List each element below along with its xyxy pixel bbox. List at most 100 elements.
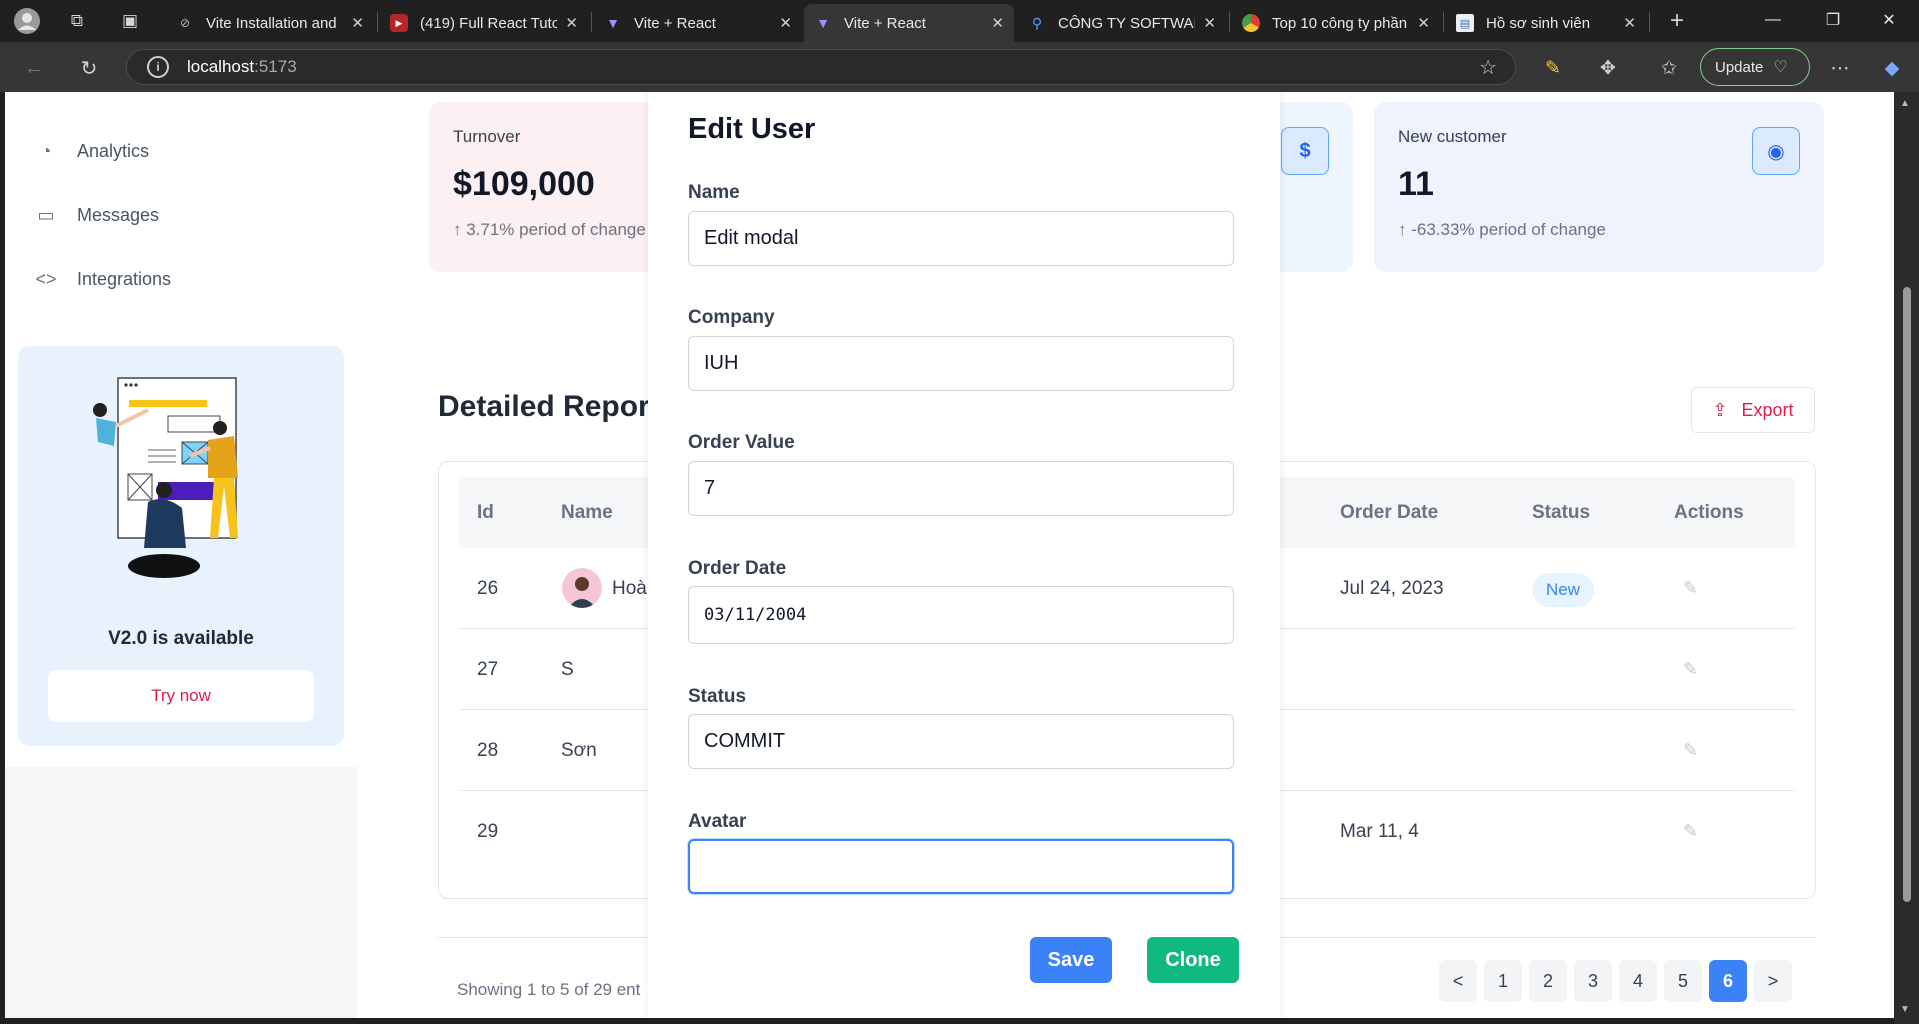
sidebar-item-label: Analytics xyxy=(77,141,150,161)
search-icon: ⚲ xyxy=(1031,14,1043,31)
name-field[interactable]: Edit modal xyxy=(688,211,1234,266)
pagination-next[interactable]: > xyxy=(1754,960,1792,1002)
code-icon: <> xyxy=(35,269,57,289)
status-badge: New xyxy=(1532,573,1595,607)
sidebar-item-analytics[interactable]: ◔ Analytics xyxy=(35,141,149,162)
extensions-icon[interactable]: ✥ xyxy=(1592,52,1624,84)
new-customer-card: New customer 11 ↑ -63.33% period of chan… xyxy=(1374,102,1824,272)
maximize-icon[interactable]: ❐ xyxy=(1810,0,1856,40)
close-icon[interactable]: ✕ xyxy=(779,14,792,32)
page-scrollbar[interactable]: ▲ ▼ xyxy=(1894,92,1919,1024)
site-info-icon[interactable]: i xyxy=(147,56,169,78)
tab-title: (419) Full React Tuto xyxy=(420,14,558,32)
close-icon[interactable]: ✕ xyxy=(991,14,1004,32)
promo-card: V2.0 is available Try now xyxy=(18,346,344,746)
pagination-page-4[interactable]: 4 xyxy=(1619,960,1657,1002)
new-tab-icon[interactable]: + xyxy=(1662,6,1692,36)
cell-name: S xyxy=(561,659,574,680)
order-date-field[interactable]: 03/11/2004 xyxy=(688,586,1234,644)
tab-vite-react-active[interactable]: ▼ Vite + React ✕ xyxy=(804,4,1014,42)
favorite-star-icon[interactable]: ☆ xyxy=(1479,55,1497,80)
upload-icon: ⇪ xyxy=(1712,399,1728,420)
address-bar[interactable]: i localhost:5173 ☆ xyxy=(126,49,1516,85)
pagination-page-3[interactable]: 3 xyxy=(1574,960,1612,1002)
tab-react-tutorial[interactable]: ▶ (419) Full React Tuto ✕ xyxy=(380,4,588,42)
close-icon[interactable]: ✕ xyxy=(1203,14,1216,32)
tab-title: Vite Installation and xyxy=(206,14,337,32)
edit-pencil-icon[interactable]: ✎ xyxy=(1683,548,1698,629)
edit-pencil-icon[interactable]: ✎ xyxy=(1683,629,1698,710)
try-now-button[interactable]: Try now xyxy=(48,670,314,722)
export-button[interactable]: ⇪ Export xyxy=(1691,387,1815,433)
column-header-status[interactable]: Status xyxy=(1532,477,1590,548)
company-label: Company xyxy=(688,307,775,328)
column-header-id[interactable]: Id xyxy=(477,477,494,548)
card-label: New customer xyxy=(1398,127,1507,146)
minimize-icon[interactable]: — xyxy=(1750,0,1796,40)
cell-id: 29 xyxy=(477,821,499,842)
avatar-field[interactable] xyxy=(688,839,1234,894)
notes-icon[interactable]: ✎ xyxy=(1537,52,1569,84)
heartbeat-icon: ♡ xyxy=(1773,59,1788,76)
order-value-field[interactable]: 7 xyxy=(688,461,1234,516)
card-change: ↑ -63.33% period of change xyxy=(1398,220,1606,239)
pie-chart-icon: ◔ xyxy=(40,141,52,161)
team-illustration xyxy=(93,377,238,578)
status-field[interactable]: COMMIT xyxy=(688,714,1234,769)
scrollbar-thumb[interactable] xyxy=(1903,287,1911,902)
tab-vite-react-1[interactable]: ▼ Vite + React ✕ xyxy=(594,4,802,42)
scroll-up-icon[interactable]: ▲ xyxy=(1900,98,1910,109)
window-close-icon[interactable]: ✕ xyxy=(1866,0,1912,40)
name-label: Name xyxy=(688,182,740,203)
cell-id: 27 xyxy=(477,659,499,680)
edit-pencil-icon[interactable]: ✎ xyxy=(1683,710,1698,791)
favorites-icon[interactable]: ✩ xyxy=(1653,52,1685,84)
column-header-actions: Actions xyxy=(1674,502,1744,523)
clone-button[interactable]: Clone xyxy=(1147,937,1239,983)
tab-ho-so-sinh-vien[interactable]: ▤ Hồ sơ sinh viên ✕ xyxy=(1446,4,1646,42)
message-icon: ▭ xyxy=(37,205,55,225)
close-icon[interactable]: ✕ xyxy=(1623,14,1636,32)
vertical-tabs-icon[interactable]: ▣ xyxy=(115,6,145,36)
pagination-page-2[interactable]: 2 xyxy=(1529,960,1567,1002)
pagination-summary: Showing 1 to 5 of 29 ent xyxy=(457,980,641,999)
sidebar-bottom xyxy=(5,767,357,1018)
company-field[interactable]: IUH xyxy=(688,336,1234,391)
workspaces-icon[interactable]: ⧉ xyxy=(62,6,92,36)
browser-tab-bar: ⧉ ▣ ⊘ Vite Installation and ✕ ▶ (419) Fu… xyxy=(0,0,1919,42)
close-icon[interactable]: ✕ xyxy=(565,14,578,32)
status-label: Status xyxy=(688,686,747,707)
scroll-down-icon[interactable]: ▼ xyxy=(1900,1004,1910,1015)
update-button[interactable]: Update ♡ xyxy=(1700,48,1810,86)
tab-title: Top 10 công ty phần xyxy=(1272,14,1408,32)
pagination-page-5[interactable]: 5 xyxy=(1664,960,1702,1002)
modal-title: Edit User xyxy=(688,113,816,145)
profile-icon[interactable] xyxy=(12,6,42,36)
close-icon[interactable]: ✕ xyxy=(1417,14,1430,32)
vite-icon: ▼ xyxy=(816,15,830,31)
url-text: localhost:5173 xyxy=(187,57,297,76)
save-button[interactable]: Save xyxy=(1030,937,1112,983)
tab-top-10[interactable]: Top 10 công ty phần ✕ xyxy=(1232,4,1440,42)
tab-title: Hồ sơ sinh viên xyxy=(1486,14,1591,32)
copilot-icon[interactable]: ◆ xyxy=(1876,52,1908,84)
edit-pencil-icon[interactable]: ✎ xyxy=(1683,791,1698,872)
pagination-prev[interactable]: < xyxy=(1439,960,1477,1002)
sidebar: ▪▪ ◔ Analytics ▭ Messages <> Integration… xyxy=(5,92,357,1018)
sidebar-item-messages[interactable]: ▭ Messages xyxy=(35,205,159,226)
tab-cong-ty-software[interactable]: ⚲ CÔNG TY SOFTWARE ✕ xyxy=(1018,4,1226,42)
order-date-label: Order Date xyxy=(688,558,787,579)
vite-docs-icon: ⊘ xyxy=(179,16,191,30)
tab-vite-installation[interactable]: ⊘ Vite Installation and ✕ xyxy=(166,4,374,42)
avatar xyxy=(562,568,602,608)
cell-name: Hoà xyxy=(612,578,647,599)
pagination-page-6[interactable]: 6 xyxy=(1709,960,1747,1002)
more-menu-icon[interactable]: ⋯ xyxy=(1824,52,1856,84)
reload-icon[interactable]: ↻ xyxy=(73,52,105,84)
pagination-page-1[interactable]: 1 xyxy=(1484,960,1522,1002)
sidebar-item-integrations[interactable]: <> Integrations xyxy=(35,269,171,290)
column-header-name[interactable]: Name xyxy=(561,477,613,548)
column-header-order-date[interactable]: Order Date xyxy=(1340,477,1438,548)
close-icon[interactable]: ✕ xyxy=(351,14,364,32)
back-icon[interactable]: ← xyxy=(18,52,50,84)
